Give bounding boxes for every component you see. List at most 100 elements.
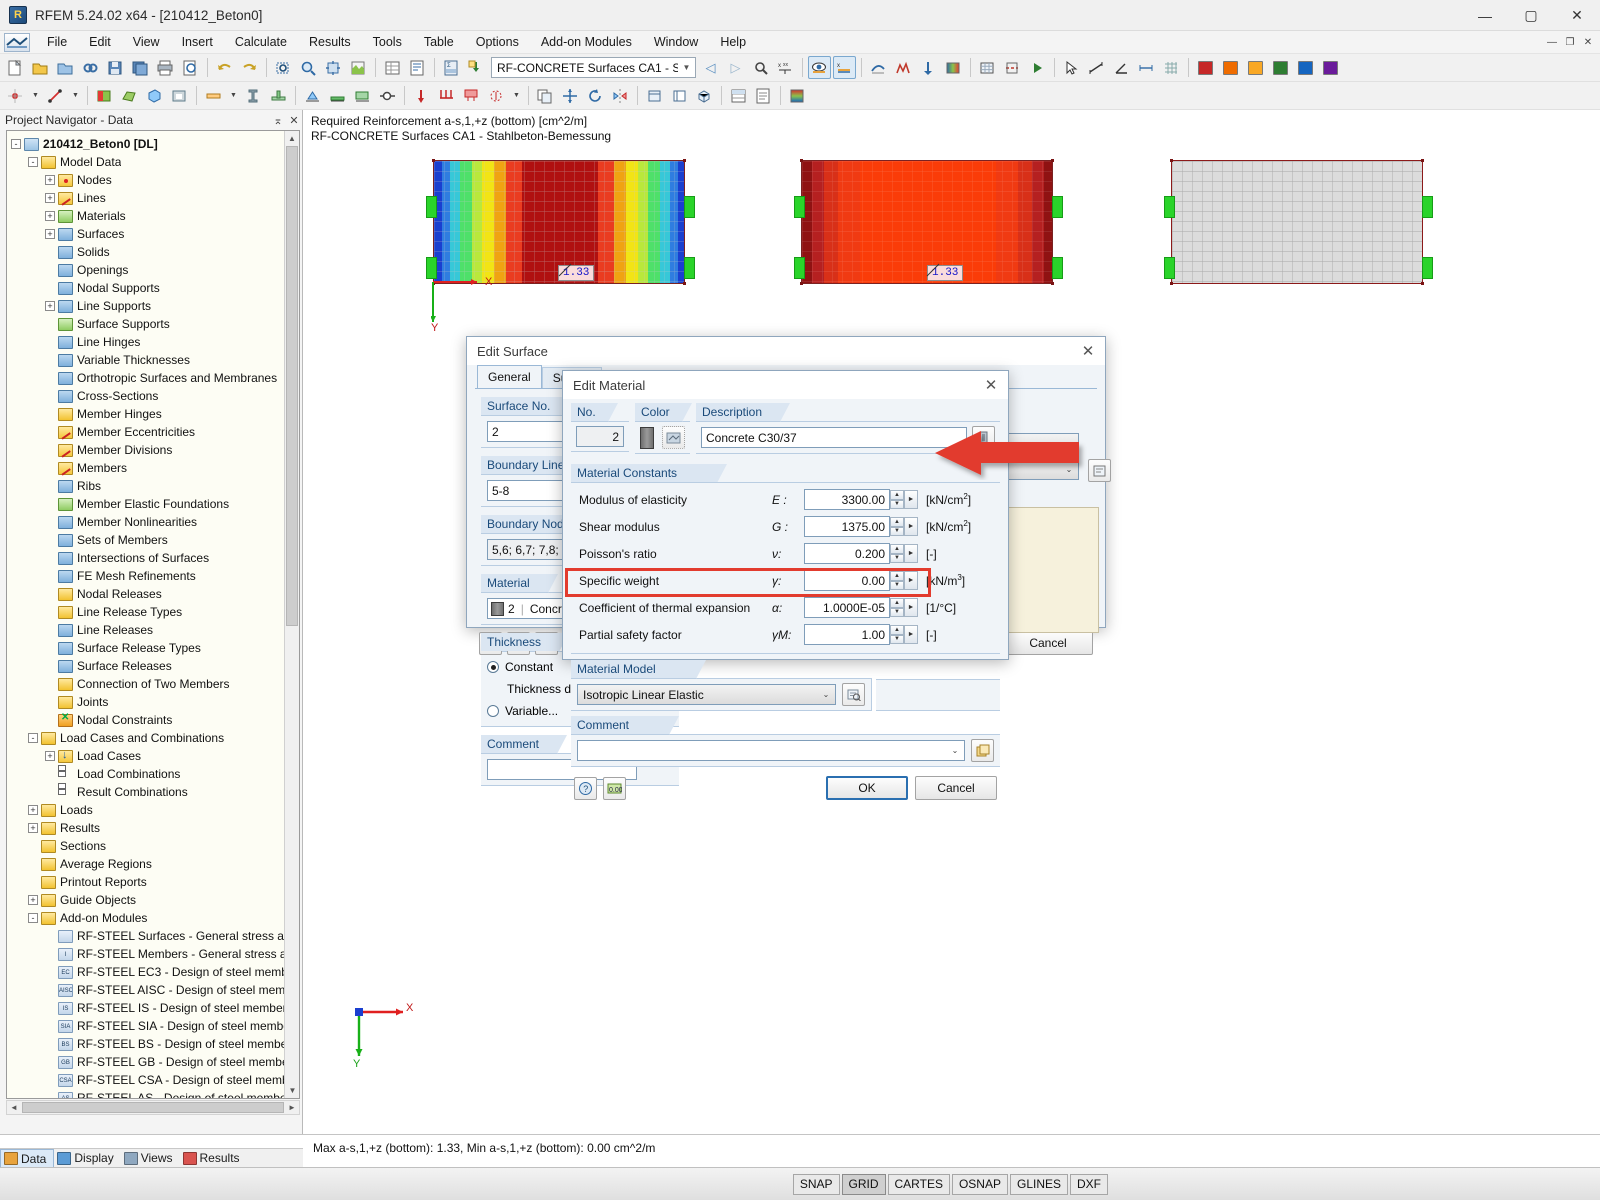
spin-up-icon[interactable]: ▲ — [890, 571, 904, 581]
maximize-button[interactable]: ▢ — [1508, 0, 1554, 31]
edit-material-dialog[interactable]: Edit Material ✕ No. 2 Color — [562, 370, 1009, 660]
tree-vertical-scrollbar[interactable]: ▲ ▼ — [284, 131, 299, 1098]
tree-item-average-regions[interactable]: Average Regions — [7, 855, 299, 873]
surface-support-icon[interactable] — [351, 84, 374, 107]
tree-item-load-combinations[interactable]: Load Combinations — [7, 765, 299, 783]
spin-down-icon[interactable]: ▼ — [890, 635, 904, 645]
tree-item-nodal-supports[interactable]: Nodal Supports — [7, 279, 299, 297]
material-tool-icon[interactable] — [93, 84, 116, 107]
result-values-icon[interactable]: xxx — [774, 56, 797, 79]
constant-more-button[interactable]: ► — [904, 490, 918, 509]
tree-item-variable-thicknesses[interactable]: Variable Thicknesses — [7, 351, 299, 369]
hinge-icon[interactable] — [376, 84, 399, 107]
spin-down-icon[interactable]: ▼ — [890, 527, 904, 537]
menu-item-add-on-modules[interactable]: Add-on Modules — [530, 32, 643, 52]
chevron-down-icon[interactable]: ⌄ — [1060, 460, 1078, 479]
section-icon[interactable] — [1001, 56, 1024, 79]
tree-item-results[interactable]: +Results — [7, 819, 299, 837]
results-magnifier-icon[interactable] — [749, 56, 772, 79]
tree-item-nodal-releases[interactable]: Nodal Releases — [7, 585, 299, 603]
spin-down-icon[interactable]: ▼ — [890, 554, 904, 564]
member-dropdown-icon[interactable]: ▼ — [227, 84, 240, 107]
nodal-load-icon[interactable] — [410, 84, 433, 107]
open-file-icon[interactable] — [29, 56, 52, 79]
tree-item-joints[interactable]: Joints — [7, 693, 299, 711]
tree-item-rf-steel-members-general-stress-an[interactable]: IRF-STEEL Members - General stress an — [7, 945, 299, 963]
node-dropdown-icon[interactable]: ▼ — [29, 84, 42, 107]
tab-general[interactable]: General — [477, 365, 542, 388]
comment-library-icon[interactable] — [971, 739, 994, 762]
mirror-objects-icon[interactable] — [609, 84, 632, 107]
surface-cancel-button[interactable]: Cancel — [1003, 631, 1093, 655]
tree-item-fe-mesh-refinements[interactable]: FE Mesh Refinements — [7, 567, 299, 585]
color-scale-3-icon[interactable] — [1244, 56, 1267, 79]
status-tab-views[interactable]: Views — [121, 1149, 180, 1168]
color-scale-2-icon[interactable] — [1219, 56, 1242, 79]
tree-item-rf-steel-surfaces-general-stress-ana[interactable]: RF-STEEL Surfaces - General stress ana — [7, 927, 299, 945]
menu-item-calculate[interactable]: Calculate — [224, 32, 298, 52]
printout-report-icon[interactable] — [752, 84, 775, 107]
internal-forces-icon[interactable] — [892, 56, 915, 79]
navigator-close-icon[interactable]: ✕ — [286, 114, 302, 127]
expand-toggle-icon[interactable]: + — [28, 895, 38, 905]
next-load-case-button[interactable]: ▷ — [724, 56, 747, 79]
mdi-close-button[interactable]: ✕ — [1580, 34, 1596, 50]
tree-scroll-right-arrow[interactable]: ► — [285, 1103, 299, 1112]
view-front-icon[interactable] — [668, 84, 691, 107]
constant-more-button[interactable]: ► — [904, 544, 918, 563]
tree-item-cross-sections[interactable]: Cross-Sections — [7, 387, 299, 405]
tree-item-line-hinges[interactable]: Line Hinges — [7, 333, 299, 351]
tree-item-210412-beton0-dl-[interactable]: -210412_Beton0 [DL] — [7, 135, 299, 153]
expand-toggle-icon[interactable]: + — [45, 175, 55, 185]
grid-toggle-icon[interactable] — [1160, 56, 1183, 79]
tree-item-nodes[interactable]: +Nodes — [7, 171, 299, 189]
expand-toggle-icon[interactable]: + — [45, 211, 55, 221]
tree-item-solids[interactable]: Solids — [7, 243, 299, 261]
tree-scroll-left-arrow[interactable]: ◄ — [7, 1103, 21, 1112]
results-table-icon[interactable] — [727, 84, 750, 107]
tree-item-rf-steel-ec3-design-of-steel-memb[interactable]: ECRF-STEEL EC3 - Design of steel memb — [7, 963, 299, 981]
status-tab-results[interactable]: Results — [180, 1149, 247, 1168]
tree-item-printout-reports[interactable]: Printout Reports — [7, 873, 299, 891]
tree-item-orthotropic-surfaces-and-membranes[interactable]: Orthotropic Surfaces and Membranes — [7, 369, 299, 387]
constant-spinner[interactable]: ▲▼ — [890, 625, 904, 644]
tree-item-rf-steel-csa-design-of-steel-memb[interactable]: CSARF-STEEL CSA - Design of steel memb — [7, 1071, 299, 1089]
material-comment-combo[interactable]: ⌄ — [577, 740, 965, 761]
tree-item-line-supports[interactable]: +Line Supports — [7, 297, 299, 315]
tree-item-sets-of-members[interactable]: Sets of Members — [7, 531, 299, 549]
status-tab-display[interactable]: Display — [54, 1149, 120, 1168]
line-support-icon[interactable] — [326, 84, 349, 107]
tree-item-model-data[interactable]: -Model Data — [7, 153, 299, 171]
color-scale-6-icon[interactable] — [1319, 56, 1342, 79]
render-icon[interactable] — [347, 56, 370, 79]
result-gradient-icon[interactable] — [786, 84, 809, 107]
material-library-icon[interactable] — [972, 426, 995, 449]
redo-icon[interactable] — [238, 56, 261, 79]
material-model-combo[interactable]: Isotropic Linear Elastic ⌄ — [577, 684, 836, 705]
constant-more-button[interactable]: ► — [904, 598, 918, 617]
tree-item-add-on-modules[interactable]: -Add-on Modules — [7, 909, 299, 927]
menu-item-options[interactable]: Options — [465, 32, 530, 52]
expand-toggle-icon[interactable]: + — [28, 823, 38, 833]
dimension-icon[interactable] — [1135, 56, 1158, 79]
zoom-window-icon[interactable] — [272, 56, 295, 79]
free-load-icon[interactable] — [485, 84, 508, 107]
edit-material-close-icon[interactable]: ✕ — [974, 371, 1008, 399]
menu-item-help[interactable]: Help — [709, 32, 757, 52]
tree-item-rf-steel-aisc-design-of-steel-memb[interactable]: AISCRF-STEEL AISC - Design of steel memb — [7, 981, 299, 999]
tree-item-load-cases-and-combinations[interactable]: -Load Cases and Combinations — [7, 729, 299, 747]
load-case-combo[interactable]: RF-CONCRETE Surfaces CA1 - Stahlbet ▼ — [491, 57, 696, 78]
show-results-icon[interactable] — [808, 56, 831, 79]
open-example-icon[interactable] — [54, 56, 77, 79]
tree-item-loads[interactable]: +Loads — [7, 801, 299, 819]
solid-tool-icon[interactable] — [143, 84, 166, 107]
status-tab-data[interactable]: Data — [0, 1149, 54, 1168]
tree-scroll-down-arrow[interactable]: ▼ — [285, 1083, 300, 1098]
opening-tool-icon[interactable] — [168, 84, 191, 107]
material-ok-button[interactable]: OK — [826, 776, 908, 800]
constant-spinner[interactable]: ▲▼ — [890, 544, 904, 563]
edit-surface-close-icon[interactable]: ✕ — [1071, 337, 1105, 365]
color-scale-4-icon[interactable] — [1269, 56, 1292, 79]
expand-toggle-icon[interactable]: + — [45, 751, 55, 761]
close-button[interactable]: ✕ — [1554, 0, 1600, 31]
